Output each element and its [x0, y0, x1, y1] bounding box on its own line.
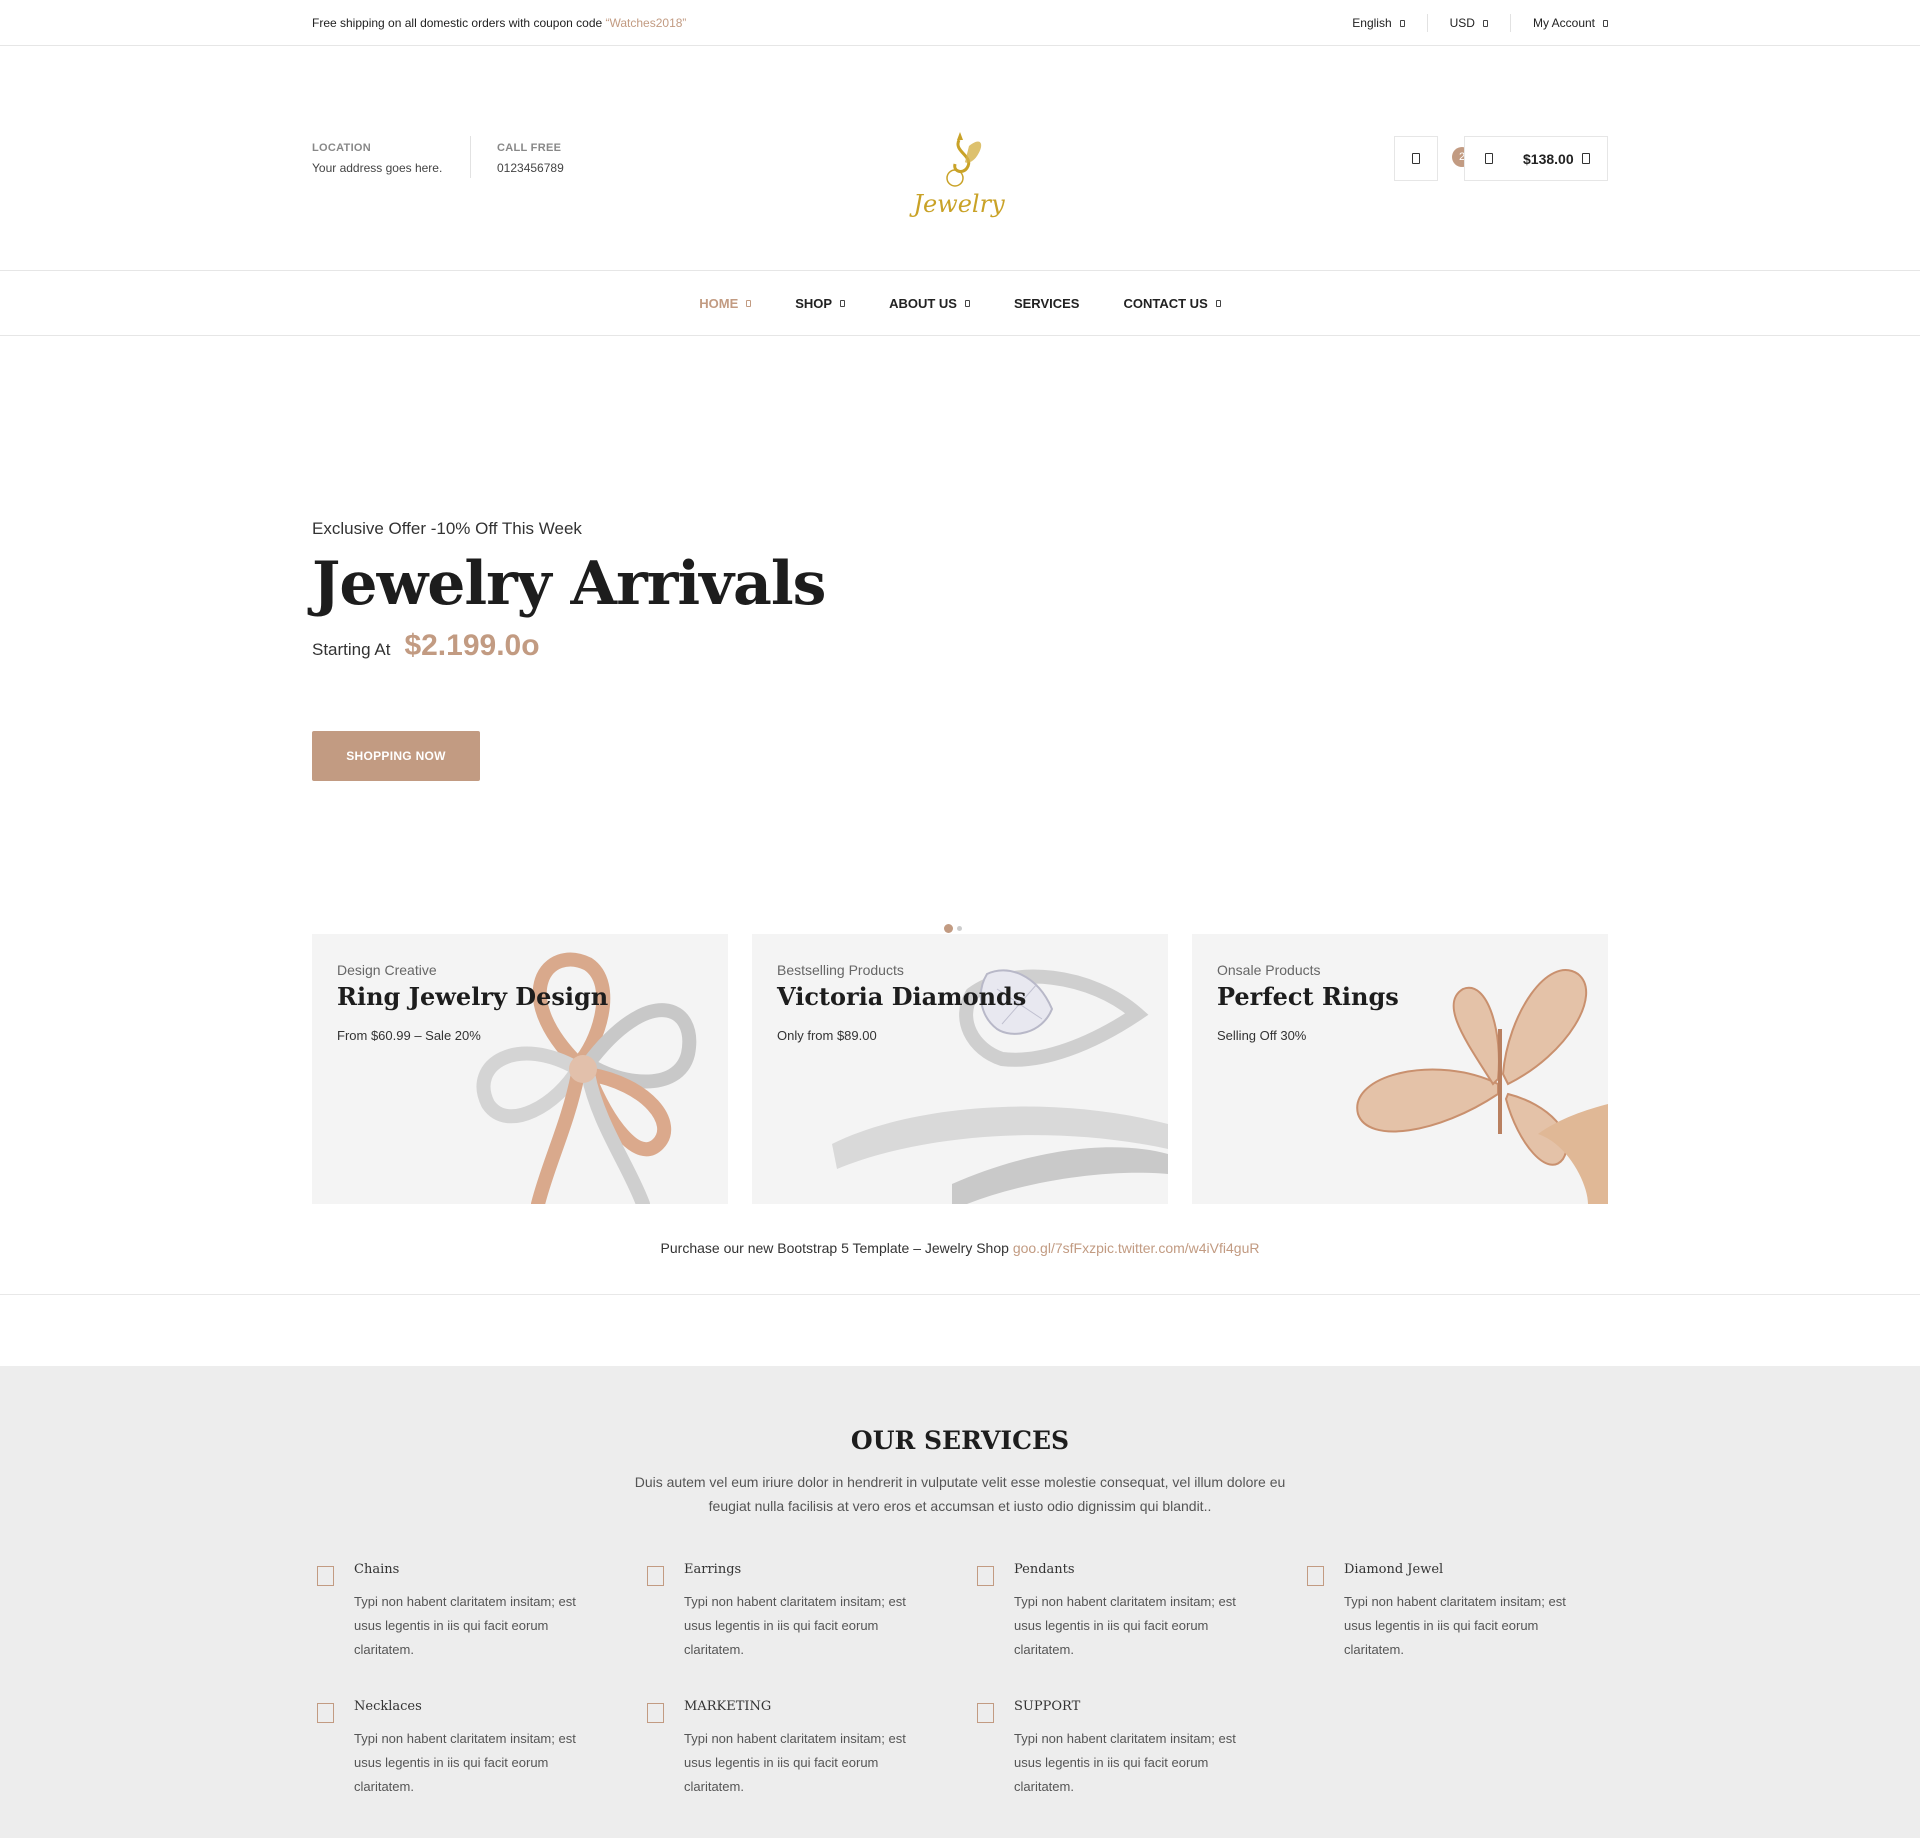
main-navigation: HOME SHOP ABOUT US SERVICES CONTACT US [0, 271, 1920, 336]
service-name: SUPPORT [1014, 1699, 1081, 1714]
service-name: Earrings [684, 1562, 742, 1577]
cart-button[interactable]: $138.00 [1464, 136, 1608, 181]
earring-icon [647, 1566, 664, 1586]
swan-logo-icon: Jewelry [908, 132, 1005, 218]
nav-item-services[interactable]: SERVICES [1014, 296, 1080, 311]
services-description: Duis autem vel eum iriure dolor in hendr… [634, 1474, 1286, 1514]
nav-label: HOME [699, 295, 739, 311]
location-label: LOCATION [312, 142, 372, 154]
service-text: Typi non habent claritatem insitam; est … [1014, 1594, 1236, 1657]
top-bar: Free shipping on all domestic orders wit… [0, 0, 1920, 46]
banner-title: Ring Jewelry Design [337, 982, 609, 1011]
chevron-down-icon [840, 299, 846, 307]
banner-subtitle: Onsale Products [1217, 962, 1321, 978]
service-name: Chains [354, 1562, 400, 1577]
nav-item-home[interactable]: HOME [699, 295, 752, 311]
marketing-icon [647, 1703, 664, 1723]
cart-total: $138.00 [1523, 150, 1574, 167]
services-section: OUR SERVICES Duis autem vel eum iriure d… [0, 1366, 1920, 1838]
site-header: LOCATION Your address goes here. CALL FR… [0, 46, 1920, 271]
banner-title: Victoria Diamonds [777, 982, 1027, 1011]
language-label: English [1352, 16, 1392, 30]
location-info: LOCATION Your address goes here. [312, 142, 442, 175]
promo-text: Free shipping on all domestic orders wit… [312, 16, 606, 30]
chevron-down-icon [1399, 19, 1405, 27]
banner-victoria-diamonds[interactable]: Bestselling Products Victoria Diamonds O… [752, 934, 1168, 1204]
slider-dot[interactable] [957, 926, 962, 931]
services-title: OUR SERVICES [850, 1426, 1070, 1455]
hero-offer: Exclusive Offer -10% Off This Week [312, 519, 582, 538]
service-name: Diamond Jewel [1344, 1562, 1444, 1577]
nav-label: SERVICES [1013, 295, 1080, 311]
shopping-bag-icon [1485, 153, 1493, 164]
site-logo[interactable]: Jewelry [905, 112, 1015, 222]
slider-dot-active[interactable] [944, 924, 953, 933]
hero-slider: Exclusive Offer -10% Off This Week Jewel… [0, 337, 1920, 937]
diamond-icon [1307, 1566, 1324, 1586]
chain-icon [317, 1566, 334, 1586]
heart-icon [1412, 153, 1420, 164]
chevron-down-icon [746, 299, 752, 307]
nav-label: SHOP [795, 295, 833, 311]
service-text: Typi non habent claritatem insitam; est … [354, 1731, 576, 1794]
banner-title: Perfect Rings [1217, 982, 1399, 1011]
currency-label: USD [1449, 16, 1475, 30]
starting-label: Starting At [312, 640, 391, 659]
necklace-icon [317, 1703, 334, 1723]
purchase-link[interactable]: goo.gl/7sfFxzpic.twitter.com/w4iVfi4guR [1013, 1240, 1260, 1256]
svg-text:Jewelry: Jewelry [908, 190, 1005, 218]
slider-dots [944, 924, 962, 933]
call-info: CALL FREE 0123456789 [497, 142, 564, 175]
service-text: Typi non habent claritatem insitam; est … [684, 1594, 906, 1657]
nav-item-contact-us[interactable]: CONTACT US [1123, 295, 1221, 311]
banner-description: Selling Off 30% [1217, 1028, 1307, 1043]
nav-label: CONTACT US [1123, 295, 1208, 311]
banner-ring-design[interactable]: Design Creative Ring Jewelry Design From… [312, 934, 728, 1204]
header-divider [470, 136, 471, 178]
call-label: CALL FREE [497, 142, 562, 154]
account-menu[interactable]: My Account [1511, 14, 1608, 32]
nav-item-shop[interactable]: SHOP [795, 295, 846, 311]
nav-label: ABOUT US [889, 295, 957, 311]
banner-description: Only from $89.00 [777, 1028, 877, 1043]
butterfly-ring-image [1356, 969, 1608, 1204]
chevron-down-icon [1581, 153, 1590, 164]
chevron-down-icon [1215, 299, 1221, 307]
call-value[interactable]: 0123456789 [497, 161, 564, 175]
banner-perfect-rings[interactable]: Onsale Products Perfect Rings Selling Of… [1192, 934, 1608, 1204]
wishlist-button[interactable] [1394, 136, 1438, 181]
location-value: Your address goes here. [312, 161, 443, 175]
service-text: Typi non habent claritatem insitam; est … [684, 1731, 906, 1794]
top-bar-menus: English USD My Account [1330, 14, 1608, 32]
hero-price-line: Starting At $2.199.0o [312, 629, 540, 663]
currency-selector[interactable]: USD [1428, 14, 1511, 32]
service-text: Typi non habent claritatem insitam; est … [354, 1594, 576, 1657]
account-label: My Account [1532, 16, 1595, 30]
hero-title: Jewelry Arrivals [312, 549, 826, 619]
bow-ring-image [476, 952, 697, 1204]
purchase-notice: Purchase our new Bootstrap 5 Template – … [0, 1240, 1920, 1256]
section-divider [0, 1294, 1920, 1295]
service-text: Typi non habent claritatem insitam; est … [1014, 1731, 1236, 1794]
promo-message: Free shipping on all domestic orders wit… [312, 16, 686, 30]
banner-description: From $60.99 – Sale 20% [337, 1028, 481, 1043]
purchase-text: Purchase our new Bootstrap 5 Template – … [660, 1240, 1013, 1256]
banner-subtitle: Design Creative [337, 962, 437, 978]
shopping-now-button[interactable]: SHOPPING NOW [312, 731, 480, 781]
language-selector[interactable]: English [1330, 14, 1428, 32]
chevron-down-icon [1603, 19, 1608, 27]
pendant-icon [977, 1566, 994, 1586]
service-text: Typi non habent claritatem insitam; est … [1344, 1594, 1566, 1657]
chevron-down-icon [1482, 19, 1488, 27]
hero-price: $2.199.0o [404, 629, 540, 662]
nav-item-about-us[interactable]: ABOUT US [889, 296, 970, 311]
service-name: Necklaces [354, 1699, 422, 1714]
service-name: MARKETING [684, 1699, 772, 1714]
support-icon [977, 1703, 994, 1723]
chevron-down-icon [964, 299, 970, 307]
service-name: Pendants [1014, 1562, 1075, 1577]
banner-subtitle: Bestselling Products [777, 962, 904, 978]
promo-code: “Watches2018” [605, 16, 687, 30]
